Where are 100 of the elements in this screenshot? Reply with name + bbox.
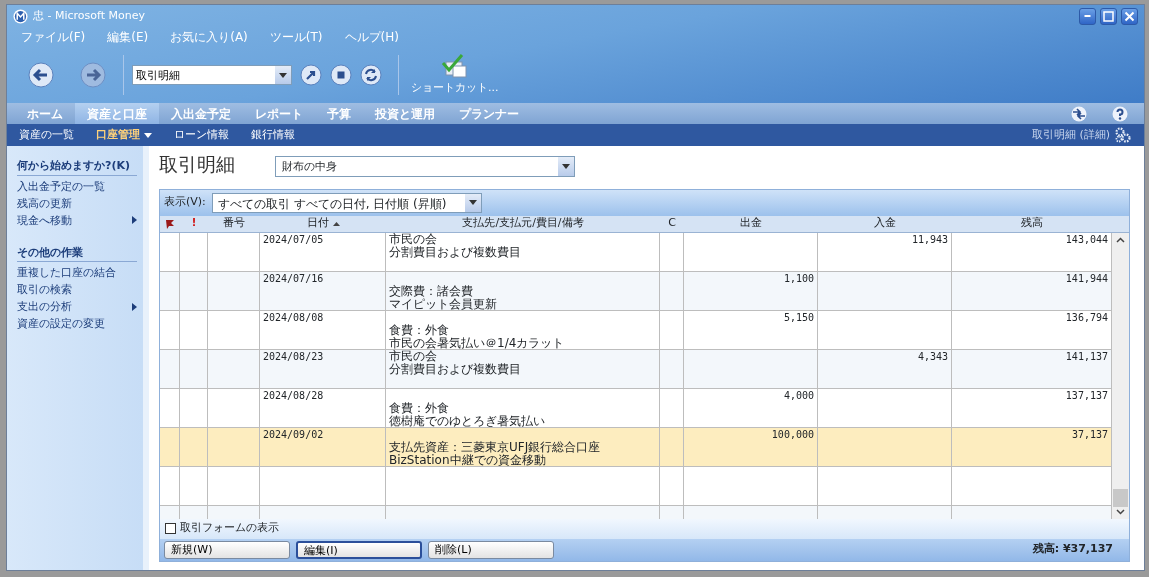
checkbox[interactable] [165, 523, 176, 534]
memo-text: マイピット会員更新 [389, 297, 498, 311]
dropdown-arrow-icon[interactable] [468, 200, 477, 205]
date-cell-text: 2024/08/08 [263, 310, 325, 324]
amount-cell-text: 4,343 [916, 349, 948, 363]
sidebar-link[interactable]: 支出の分析 [17, 298, 137, 315]
help-icon[interactable] [1112, 105, 1128, 122]
column-header[interactable] [165, 218, 175, 229]
scroll-down-icon[interactable] [1116, 508, 1125, 515]
memo-text: 市民の会暑気払い＠1/4カラット [389, 336, 566, 350]
section-heading: その他の作業 [17, 244, 137, 262]
dropdown-arrow-icon[interactable] [279, 72, 287, 78]
forward-button[interactable] [79, 61, 107, 89]
view-label: 表示(V): [164, 194, 206, 211]
column-header[interactable]: 日付 [306, 215, 340, 232]
register-row[interactable]: 2024/07/16 交際費：諸会費 マイピット会員更新 1,100 141,944 [160, 271, 1112, 311]
date-cell-text: 2024/08/28 [263, 388, 325, 402]
action-button[interactable]: 新規(W) [164, 540, 290, 559]
minimize-button[interactable] [1079, 7, 1096, 25]
minimize-icon [1084, 15, 1091, 17]
section-heading: 何から始めますか?(K) [17, 158, 137, 176]
sync-icon[interactable] [1070, 105, 1088, 122]
amount-cell-text: 37,137 [1070, 427, 1108, 441]
register-row[interactable]: 2024/08/08 食費：外食 市民の会暑気払い＠1/4カラット 5,150 136,794 [160, 310, 1112, 350]
sidebar-link[interactable]: 取引の検索 [17, 281, 137, 298]
payee-text: 市民の会 [389, 349, 437, 363]
app-logo-icon [13, 8, 28, 24]
maximize-icon [1103, 10, 1114, 22]
sidebar-link[interactable]: 現金へ移動 [17, 211, 137, 229]
category-text: 食費：外食 [389, 323, 449, 337]
submenu-arrow-icon [132, 216, 137, 224]
column-header[interactable]: C [668, 215, 676, 232]
go-button[interactable] [300, 64, 322, 86]
sidebar-link[interactable]: 残高の更新 [17, 194, 137, 212]
sidebar-link[interactable]: 資産の設定の変更 [17, 315, 137, 332]
balance-total: 残高: ¥37,137 [1032, 541, 1114, 558]
subnav-item[interactable]: 銀行情報 [251, 126, 295, 144]
address-field[interactable]: 取引明細 [132, 65, 292, 85]
column-header[interactable]: 入金 [874, 215, 896, 232]
column-header[interactable]: ! [191, 215, 197, 232]
date-cell-text: 2024/07/05 [263, 232, 325, 246]
amount-cell-text: 141,944 [1064, 271, 1108, 285]
amount-cell-text: 141,137 [1064, 349, 1108, 363]
column-header[interactable]: 番号 [223, 215, 245, 232]
refresh-button[interactable] [360, 64, 382, 86]
refresh-icon [360, 64, 382, 86]
amount-cell-text: 100,000 [770, 427, 814, 441]
register-row[interactable]: 2024/09/02 支払先資産：三菱東京UFJ銀行総合口座 BizStation中継での資金移動 100,000 37,137 [160, 427, 1112, 467]
close-icon [1124, 10, 1135, 22]
memo-text: 徳樹庵でのゆとろぎ暑気払い [389, 414, 546, 428]
stop-button[interactable] [330, 64, 352, 86]
action-button[interactable]: 削除(L) [428, 540, 554, 559]
amount-cell-text: 4,000 [782, 388, 814, 402]
category-text: 分割費目および複数費目 [389, 362, 522, 376]
payee-text: 市民の会 [389, 232, 438, 246]
amount-cell-text: 5,150 [782, 310, 814, 324]
window-title: 忠 - Microsoft Money [33, 7, 145, 24]
amount-cell-text: 143,044 [1064, 232, 1108, 246]
category-text: 交際費：諸会費 [389, 284, 474, 298]
sidebar-link[interactable]: 入出金予定の一覧 [17, 177, 137, 195]
back-button[interactable] [27, 61, 55, 89]
sidebar-link[interactable]: 重複した口座の結合 [17, 264, 137, 281]
category-text: 食費：外食 [389, 401, 450, 415]
checkmark-window-icon [439, 53, 470, 80]
subnav-item[interactable]: ローン情報 [174, 126, 229, 144]
column-header[interactable]: 出金 [740, 215, 762, 232]
scrollbar[interactable] [1112, 232, 1129, 519]
category-text: 支払先資産：三菱東京UFJ銀行総合口座 [389, 440, 602, 454]
subnav-item[interactable]: 資産の一覧 [19, 126, 74, 144]
checkbox-label: 取引フォームの表示 [180, 520, 279, 537]
action-button[interactable]: 編集(I) [296, 540, 422, 559]
caret-icon [144, 132, 152, 138]
scroll-up-icon[interactable] [1116, 236, 1125, 243]
maximize-button[interactable] [1100, 7, 1117, 25]
register-row[interactable]: 2024/08/23 市民の会 分割費目および複数費目 4,343 141,137 [160, 349, 1112, 389]
settings-icon[interactable] [1114, 127, 1132, 143]
subnav-item[interactable]: 口座管理 [96, 126, 152, 144]
close-button[interactable] [1121, 7, 1138, 25]
page-title: 取引明細 [159, 152, 235, 177]
amount-cell-text: 1,100 [782, 271, 814, 285]
page-label: 取引明細 (詳細) [1031, 126, 1110, 143]
amount-cell-text: 136,794 [1064, 310, 1108, 324]
scroll-thumb[interactable] [1113, 488, 1128, 507]
account-dropdown[interactable]: 財布の中身 [275, 156, 575, 177]
date-cell-text: 2024/09/02 [263, 427, 325, 441]
date-cell-text: 2024/07/16 [263, 271, 325, 285]
sort-ascending-icon [332, 221, 340, 226]
stop-icon [330, 64, 352, 86]
amount-cell-text: 11,943 [910, 232, 948, 246]
category-text: 分割費目および複数費目 [389, 245, 522, 259]
view-dropdown[interactable]: すべての取引 すべての日付, 日付順 (昇順) [211, 192, 482, 213]
column-header[interactable]: 支払先/支払元/費目/備考 [462, 215, 584, 232]
register-row[interactable]: 2024/07/05 市民の会 分割費目および複数費目 11,943 143,044 [160, 232, 1112, 272]
flag-icon [165, 218, 175, 229]
submenu-arrow-icon [132, 302, 137, 311]
amount-cell-text: 137,137 [1064, 388, 1108, 402]
memo-text: BizStation中継での資金移動 [389, 453, 546, 467]
dropdown-arrow-icon[interactable] [562, 164, 570, 169]
column-header[interactable]: 残高 [1021, 215, 1043, 232]
register-row[interactable]: 2024/08/28 食費：外食 徳樹庵でのゆとろぎ暑気払い 4,000 137,137 [160, 388, 1112, 428]
